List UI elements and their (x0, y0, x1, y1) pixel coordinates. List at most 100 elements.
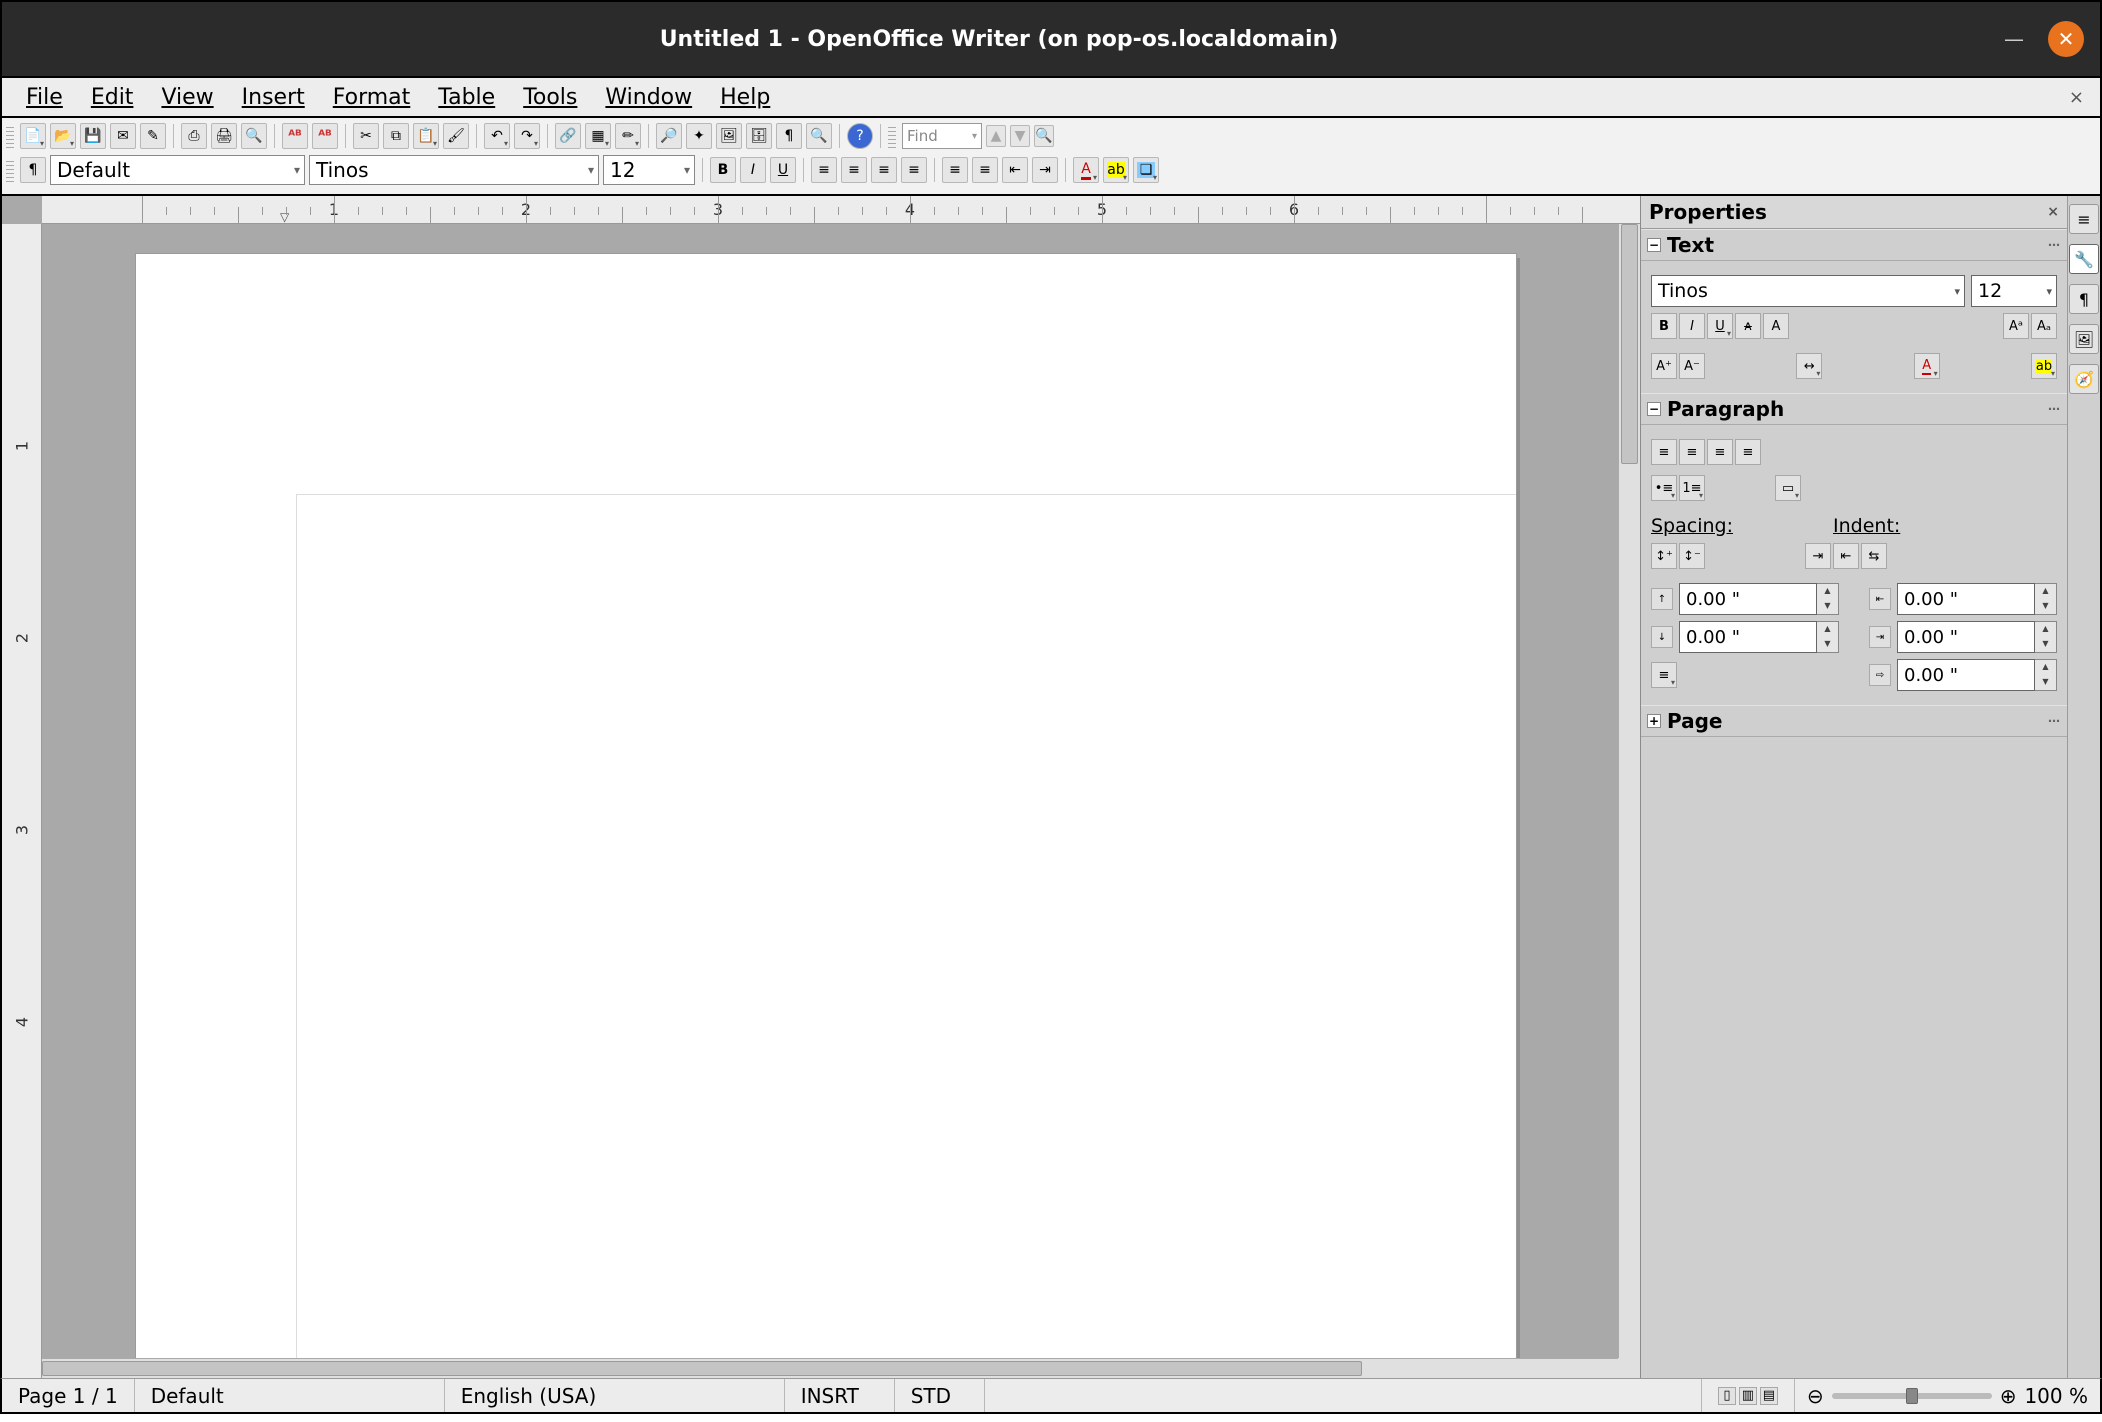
data-sources-icon[interactable]: 🗄 (746, 123, 772, 149)
more-options-icon[interactable]: ⋯ (2048, 402, 2061, 416)
scrollbar-thumb[interactable] (1621, 224, 1638, 464)
sb-numbering-icon[interactable]: 1≡ (1679, 475, 1705, 501)
status-page[interactable]: Page 1 / 1 (2, 1379, 135, 1412)
vertical-ruler[interactable]: 1234 (2, 224, 42, 1378)
properties-tab-icon[interactable]: 🔧 (2069, 244, 2099, 274)
zoom-out-icon[interactable]: ⊖ (1807, 1384, 1824, 1408)
sb-subscript-icon[interactable]: Aₐ (2031, 313, 2057, 339)
italic-icon[interactable]: I (740, 157, 766, 183)
menu-table[interactable]: Table (424, 81, 509, 114)
book-view-icon[interactable]: ▤ (1760, 1387, 1778, 1405)
font-color-icon[interactable]: A (1073, 157, 1099, 183)
status-insert-mode[interactable]: INSRT (785, 1379, 895, 1412)
find-all-icon[interactable]: 🔍 (1034, 125, 1054, 147)
sb-align-center-icon[interactable]: ≡ (1679, 439, 1705, 465)
find-input[interactable]: Find (902, 123, 982, 149)
zoom-in-icon[interactable]: ⊕ (2000, 1384, 2017, 1408)
menu-view[interactable]: View (147, 81, 227, 114)
toolbar-grip[interactable] (888, 124, 896, 148)
sb-highlight-icon[interactable]: ab (2031, 353, 2057, 379)
navigator-icon[interactable]: ✦ (686, 123, 712, 149)
zoom-control[interactable]: ⊖ ⊕ 100 % (1795, 1384, 2100, 1408)
sb-strike-icon[interactable]: ᴀ (1735, 313, 1761, 339)
minimize-button[interactable]: — (1996, 21, 2032, 57)
sb-superscript-icon[interactable]: Aᵃ (2003, 313, 2029, 339)
save-icon[interactable]: 💾 (80, 123, 106, 149)
scrollbar-thumb[interactable] (42, 1361, 1362, 1376)
indent-firstline-input[interactable]: ▲▼ (1897, 659, 2057, 691)
zoom-knob[interactable] (1906, 1388, 1918, 1404)
edit-file-icon[interactable]: ✎ (140, 123, 166, 149)
collapse-icon[interactable]: − (1647, 402, 1661, 416)
sb-inc-spacing-icon[interactable]: ↕⁺ (1651, 543, 1677, 569)
sb-shadow-icon[interactable]: A (1763, 313, 1789, 339)
sb-italic-icon[interactable]: I (1679, 313, 1705, 339)
table-insert-icon[interactable]: ▦ (585, 123, 611, 149)
menu-window[interactable]: Window (591, 81, 706, 114)
styles-icon[interactable]: ¶ (20, 157, 46, 183)
underline-icon[interactable]: U (770, 157, 796, 183)
sb-align-right-icon[interactable]: ≡ (1707, 439, 1733, 465)
highlight-icon[interactable]: ab (1103, 157, 1129, 183)
format-paintbrush-icon[interactable]: 🖌 (443, 123, 469, 149)
increase-indent-icon[interactable]: ⇥ (1032, 157, 1058, 183)
menu-help[interactable]: Help (706, 81, 784, 114)
zoom-icon[interactable]: 🔍 (806, 123, 832, 149)
section-paragraph-header[interactable]: − Paragraph ⋯ (1641, 393, 2067, 425)
bullet-list-icon[interactable]: ≡ (972, 157, 998, 183)
status-selection-mode[interactable]: STD (895, 1379, 985, 1412)
sb-align-left-icon[interactable]: ≡ (1651, 439, 1677, 465)
navigator-tab-icon[interactable]: 🧭 (2069, 364, 2099, 394)
email-icon[interactable]: ✉ (110, 123, 136, 149)
autospell-icon[interactable]: ᴬᴮ (312, 123, 338, 149)
align-right-icon[interactable]: ≡ (871, 157, 897, 183)
expand-icon[interactable]: + (1647, 714, 1661, 728)
sb-bullets-icon[interactable]: •≡ (1651, 475, 1677, 501)
horizontal-ruler[interactable]: ▽ 123456 (42, 196, 1640, 224)
indent-left-input[interactable]: ▲▼ (1897, 583, 2057, 615)
more-options-icon[interactable]: ⋯ (2048, 714, 2061, 728)
paste-icon[interactable]: 📋 (413, 123, 439, 149)
align-center-icon[interactable]: ≡ (841, 157, 867, 183)
print-preview-icon[interactable]: 🔍 (241, 123, 267, 149)
toolbar-grip[interactable] (6, 124, 14, 148)
sb-hanging-indent-icon[interactable]: ⇆ (1861, 543, 1887, 569)
menu-file[interactable]: File (12, 81, 77, 114)
copy-icon[interactable]: ⧉ (383, 123, 409, 149)
zoom-value[interactable]: 100 % (2024, 1384, 2088, 1408)
spacing-below-input[interactable]: ▲▼ (1679, 621, 1839, 653)
section-page-header[interactable]: + Page ⋯ (1641, 705, 2067, 737)
sb-dec-spacing-icon[interactable]: ↕⁻ (1679, 543, 1705, 569)
gallery-icon[interactable]: 🖼 (716, 123, 742, 149)
single-page-icon[interactable]: ▯ (1718, 1387, 1736, 1405)
numbered-list-icon[interactable]: ≡ (942, 157, 968, 183)
collapse-icon[interactable]: − (1647, 238, 1661, 252)
line-spacing-icon[interactable]: ≡ (1651, 662, 1677, 688)
align-justify-icon[interactable]: ≡ (901, 157, 927, 183)
sb-align-justify-icon[interactable]: ≡ (1735, 439, 1761, 465)
sb-font-color-icon[interactable]: A (1914, 353, 1940, 379)
show-draw-icon[interactable]: ✏ (615, 123, 641, 149)
new-doc-icon[interactable]: 📄 (20, 123, 46, 149)
status-language[interactable]: English (USA) (445, 1379, 785, 1412)
gallery-tab-icon[interactable]: 🖼 (2069, 324, 2099, 354)
sb-shrink-font-icon[interactable]: A⁻ (1679, 353, 1705, 379)
section-text-header[interactable]: − Text ⋯ (1641, 229, 2067, 261)
find-replace-icon[interactable]: 🔎 (656, 123, 682, 149)
indent-marker-icon[interactable]: ▽ (280, 210, 289, 224)
sb-grow-font-icon[interactable]: A⁺ (1651, 353, 1677, 379)
hyperlink-icon[interactable]: 🔗 (555, 123, 581, 149)
sb-underline-icon[interactable]: U (1707, 313, 1733, 339)
bold-icon[interactable]: B (710, 157, 736, 183)
spellcheck-icon[interactable]: ᴬᴮ (282, 123, 308, 149)
sb-dec-indent-icon[interactable]: ⇤ (1833, 543, 1859, 569)
toolbar-grip[interactable] (6, 158, 14, 182)
sidebar-size-combo[interactable]: 12 (1971, 275, 2057, 307)
nonprinting-chars-icon[interactable]: ¶ (776, 123, 802, 149)
indent-right-input[interactable]: ▲▼ (1897, 621, 2057, 653)
panel-close-icon[interactable]: × (2047, 204, 2059, 220)
horizontal-scrollbar[interactable] (42, 1358, 1618, 1378)
styles-tab-icon[interactable]: ¶ (2069, 284, 2099, 314)
cut-icon[interactable]: ✂ (353, 123, 379, 149)
menu-edit[interactable]: Edit (77, 81, 148, 114)
